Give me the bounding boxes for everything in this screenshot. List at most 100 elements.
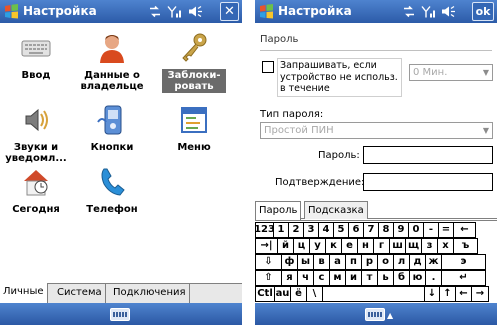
- keyboard-key[interactable]: щ: [405, 238, 422, 254]
- app-lock[interactable]: Заблоки-ровать: [162, 32, 226, 96]
- tab-strip: Личные Система Подключения: [0, 283, 242, 303]
- keyboard-key[interactable]: Ctl: [255, 286, 275, 302]
- windows-start-icon[interactable]: [258, 3, 275, 20]
- volume-icon[interactable]: [440, 3, 456, 20]
- signal-icon[interactable]: [167, 3, 183, 20]
- keyboard-key[interactable]: -: [423, 222, 439, 238]
- signal-icon[interactable]: [421, 3, 437, 20]
- keyboard-key[interactable]: я: [281, 270, 298, 286]
- connectivity-icon[interactable]: [148, 3, 162, 20]
- tab-connections[interactable]: Подключения: [110, 284, 190, 303]
- keyboard-key[interactable]: →: [471, 286, 489, 302]
- keyboard-key[interactable]: 1: [273, 222, 289, 238]
- keyboard-key[interactable]: ю: [409, 270, 426, 286]
- tab-hint[interactable]: Подсказка: [304, 201, 368, 219]
- soft-key-bar: ▲: [255, 303, 497, 325]
- keyboard-key[interactable]: 7: [363, 222, 379, 238]
- keyboard-key-space[interactable]: [322, 286, 425, 302]
- keyboard-key[interactable]: а: [329, 254, 346, 270]
- keyboard-key[interactable]: о: [377, 254, 394, 270]
- tab-password[interactable]: Пароль: [255, 201, 302, 220]
- keyboard-key[interactable]: 9: [393, 222, 409, 238]
- keyboard-key[interactable]: 4: [318, 222, 334, 238]
- keyboard-key[interactable]: г: [373, 238, 390, 254]
- tab-system[interactable]: Система: [54, 284, 106, 303]
- keyboard-key[interactable]: 123: [255, 222, 275, 238]
- app-today[interactable]: Сегодня: [4, 166, 68, 230]
- keyboard-key[interactable]: ↑: [439, 286, 456, 302]
- keyboard-key[interactable]: р: [361, 254, 378, 270]
- tab-personal[interactable]: Личные: [0, 283, 48, 303]
- input-panel-icon[interactable]: [110, 308, 130, 321]
- app-buttons[interactable]: Кнопки: [80, 104, 144, 168]
- keyboard-key[interactable]: ц: [293, 238, 310, 254]
- app-menu[interactable]: Меню: [162, 104, 226, 168]
- keyboard-key[interactable]: au: [274, 286, 291, 302]
- keyboard-key[interactable]: ф: [281, 254, 298, 270]
- input-panel-icon[interactable]: [365, 308, 385, 321]
- volume-icon[interactable]: [187, 3, 203, 20]
- keyboard-key[interactable]: ↓: [424, 286, 440, 302]
- password-type-dropdown[interactable]: Простой ПИН ▼: [260, 122, 493, 139]
- app-owner-info[interactable]: Данные о владельце: [80, 32, 144, 96]
- keyboard-key[interactable]: 2: [288, 222, 304, 238]
- keyboard-key[interactable]: ъ: [453, 238, 478, 254]
- keyboard-key[interactable]: с: [313, 270, 330, 286]
- keyboard-key[interactable]: ё: [290, 286, 307, 302]
- keyboard-key[interactable]: к: [325, 238, 342, 254]
- keyboard-key[interactable]: л: [393, 254, 410, 270]
- keyboard-key[interactable]: з: [421, 238, 438, 254]
- title-bar: Настройка ok: [255, 0, 497, 23]
- keyboard-key[interactable]: ←: [453, 222, 476, 238]
- password-field[interactable]: [363, 146, 493, 164]
- prompt-checkbox[interactable]: [262, 61, 274, 73]
- title-bar: Настройка ✕: [0, 0, 242, 23]
- keyboard-key[interactable]: п: [345, 254, 362, 270]
- keyboard-key[interactable]: =: [438, 222, 454, 238]
- keyboard-key[interactable]: \: [306, 286, 323, 302]
- keyboard-key[interactable]: 6: [348, 222, 364, 238]
- keyboard-key[interactable]: 8: [378, 222, 394, 238]
- windows-start-icon[interactable]: [3, 3, 20, 20]
- ok-button[interactable]: ok: [472, 2, 494, 21]
- confirm-field[interactable]: [363, 173, 493, 191]
- settings-window-personal: Настройка ✕ Ввод Данные о владельце Забл…: [0, 0, 242, 325]
- app-label: Данные о владельце: [80, 70, 144, 92]
- keyboard-key[interactable]: →|: [255, 238, 278, 254]
- keyboard-key[interactable]: в: [313, 254, 330, 270]
- keyboard-key[interactable]: э: [441, 254, 486, 270]
- keyboard-key[interactable]: ш: [389, 238, 406, 254]
- app-phone[interactable]: Телефон: [80, 166, 144, 230]
- keyboard-key[interactable]: 3: [303, 222, 319, 238]
- keyboard-key[interactable]: м: [329, 270, 346, 286]
- keyboard-key[interactable]: ⇩: [255, 254, 282, 270]
- app-input[interactable]: Ввод: [4, 32, 68, 96]
- keyboard-key[interactable]: ь: [377, 270, 394, 286]
- keyboard-key[interactable]: и: [345, 270, 362, 286]
- app-sounds[interactable]: Звуки и уведомл...: [4, 104, 68, 168]
- keyboard-key[interactable]: ←: [455, 286, 472, 302]
- keyboard-key[interactable]: ⇧: [255, 270, 282, 286]
- keyboard-key[interactable]: 5: [333, 222, 349, 238]
- timeout-dropdown[interactable]: 0 Мин. ▼: [409, 64, 493, 81]
- chevron-up-icon[interactable]: ▲: [387, 311, 393, 320]
- soft-key-bar: [0, 303, 242, 325]
- keyboard-key[interactable]: н: [357, 238, 374, 254]
- connectivity-icon[interactable]: [402, 3, 416, 20]
- close-button[interactable]: ✕: [220, 2, 239, 21]
- timeout-value: 0 Мин.: [413, 67, 448, 78]
- keyboard-key[interactable]: т: [361, 270, 378, 286]
- keyboard-key[interactable]: у: [309, 238, 326, 254]
- keyboard-key[interactable]: ↵: [441, 270, 486, 286]
- keyboard-icon: [21, 40, 51, 57]
- keyboard-key[interactable]: ы: [297, 254, 314, 270]
- keyboard-key[interactable]: е: [341, 238, 358, 254]
- keyboard-key[interactable]: ж: [425, 254, 442, 270]
- keyboard-key[interactable]: ч: [297, 270, 314, 286]
- keyboard-key[interactable]: .: [425, 270, 442, 286]
- keyboard-key[interactable]: й: [277, 238, 294, 254]
- keyboard-key[interactable]: б: [393, 270, 410, 286]
- keyboard-key[interactable]: д: [409, 254, 426, 270]
- keyboard-key[interactable]: х: [437, 238, 454, 254]
- keyboard-key[interactable]: 0: [408, 222, 424, 238]
